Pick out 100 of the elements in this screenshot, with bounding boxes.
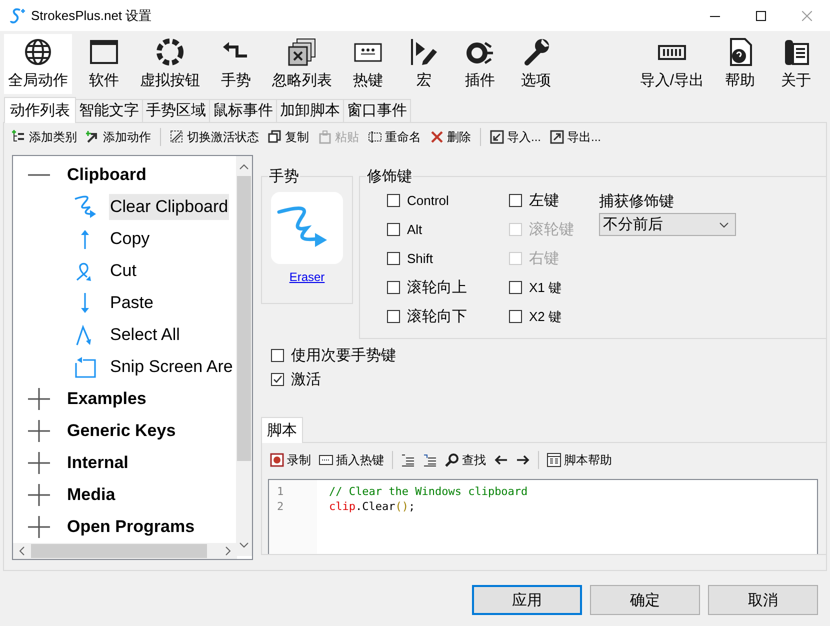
copy-icon — [268, 130, 282, 144]
toolbar-button[interactable]: 选项 — [512, 34, 560, 94]
code-line: // Clear the Windows clipboard — [329, 484, 528, 499]
maximize-icon — [756, 10, 766, 20]
indent-button[interactable] — [399, 452, 417, 468]
toolbar-button[interactable]: 忽略列表 — [268, 34, 336, 94]
toolbar-button[interactable]: 宏 — [400, 34, 448, 94]
indent-icon — [401, 453, 415, 467]
tree-category[interactable]: Media — [67, 485, 116, 505]
tree-category[interactable]: Clipboard — [67, 165, 146, 185]
gesture-link[interactable]: Eraser — [289, 270, 325, 284]
tab[interactable]: 窗口事件 — [343, 99, 411, 122]
group-title: 手势 — [268, 167, 300, 186]
checkbox[interactable]: 左键 — [509, 186, 599, 215]
group-title: 修饰键 — [366, 167, 413, 186]
horizontal-scrollbar[interactable] — [13, 543, 237, 559]
expand-icon[interactable] — [27, 451, 51, 475]
tree-add-icon — [12, 130, 26, 144]
close-icon — [802, 10, 812, 20]
checkbox[interactable]: 激活 — [271, 367, 826, 391]
play-pencil-icon — [409, 37, 439, 67]
outdent-button[interactable] — [421, 452, 439, 468]
expand-icon[interactable] — [27, 419, 51, 443]
toolbar-button[interactable]: 导入/导出 — [636, 34, 708, 94]
toolbar-button[interactable]: 录制 — [268, 450, 313, 470]
toolbar-button[interactable]: 插入热键 — [317, 450, 386, 470]
delete-x-icon — [430, 130, 444, 144]
dialog-button[interactable]: 取消 — [708, 585, 818, 615]
arrow-plus-icon — [86, 130, 100, 144]
code-line: clip.Clear(); — [329, 499, 416, 514]
rename-field-icon — [368, 130, 382, 144]
tree-category[interactable]: Open Programs — [67, 517, 195, 537]
document-lines-icon — [547, 453, 561, 467]
app-logo-icon — [9, 6, 25, 24]
checkbox[interactable]: 滚轮向上 — [387, 273, 509, 302]
tree-item[interactable]: Select All — [109, 322, 181, 348]
dialog-button[interactable]: 确定 — [590, 585, 700, 615]
checkbox[interactable]: Shift — [387, 244, 509, 273]
zigzag-stroke-icon — [73, 195, 97, 219]
toolbar-button[interactable]: 导入... — [488, 128, 544, 146]
dashed-circle-icon — [155, 37, 185, 67]
gesture-stroke-icon — [271, 192, 343, 264]
toolbar-button[interactable]: 导出... — [548, 128, 604, 146]
toolbar-button[interactable]: 删除 — [428, 128, 473, 146]
keyboard-key-icon — [319, 453, 333, 467]
field-label: 捕获修饰键 — [599, 192, 675, 211]
tree-item[interactable]: Paste — [109, 290, 154, 316]
stacked-windows-icon — [287, 37, 317, 67]
checkbox[interactable]: X1 键 — [509, 273, 599, 302]
tree-item[interactable]: Snip Screen Are — [109, 354, 234, 380]
checkbox[interactable]: Control — [387, 186, 509, 215]
toolbar-button[interactable]: 关于 — [772, 34, 820, 94]
tree-category[interactable]: Generic Keys — [67, 421, 176, 441]
line-number: 1 — [277, 484, 285, 499]
toolbar-button[interactable]: 添加类别 — [10, 128, 79, 146]
toolbar-button[interactable]: 脚本帮助 — [545, 450, 614, 470]
tree-item[interactable]: Copy — [109, 226, 151, 252]
toolbar-button[interactable]: 插件 — [456, 34, 504, 94]
window-title: StrokesPlus.net 设置 — [31, 6, 152, 24]
toolbar-button[interactable]: 重命名 — [366, 128, 423, 146]
toggle-state-icon — [170, 130, 184, 144]
toolbar-button[interactable]: 虚拟按钮 — [136, 34, 204, 94]
toolbar-button[interactable]: 热键 — [344, 34, 392, 94]
toolbar-button[interactable]: 全局动作 — [4, 34, 72, 94]
chevron-down-icon — [719, 222, 729, 228]
tree-category[interactable]: Examples — [67, 389, 146, 409]
toolbar-button[interactable]: 查找 — [443, 450, 488, 470]
record-icon — [270, 453, 284, 467]
checkbox[interactable]: X2 键 — [509, 302, 599, 331]
expand-icon[interactable] — [27, 387, 51, 411]
forward-arrow-icon — [516, 453, 530, 467]
toolbar-button[interactable]: 手势 — [212, 34, 260, 94]
checkbox[interactable]: Alt — [387, 215, 509, 244]
back-arrow-icon — [494, 453, 508, 467]
search-icon — [445, 453, 459, 467]
checkmark-icon — [272, 374, 283, 384]
toolbar-button[interactable]: 添加动作 — [84, 128, 153, 146]
tree-item[interactable]: Cut — [109, 258, 138, 284]
clipboard-icon — [318, 130, 332, 144]
toolbar-button[interactable]: 复制 — [266, 128, 311, 146]
tree-category[interactable]: Internal — [67, 453, 128, 473]
checkbox[interactable]: 使用次要手势键 — [271, 343, 826, 367]
tree-item[interactable]: Clear Clipboard — [109, 194, 230, 220]
window-icon — [89, 37, 119, 67]
dialog-button[interactable]: 应用 — [472, 585, 582, 615]
toolbar-button[interactable]: 软件 — [80, 34, 128, 94]
expand-icon[interactable] — [27, 483, 51, 507]
expand-icon[interactable] — [27, 515, 51, 539]
toolbar-button[interactable]: 切换激活状态 — [168, 128, 261, 146]
rectangle-stroke-icon — [73, 355, 97, 379]
code-editor[interactable]: 1 2 // Clear the Windows clipboard clip.Clear(); — [268, 479, 818, 554]
globe-icon — [23, 37, 53, 67]
tab[interactable]: 脚本 — [261, 417, 303, 443]
dropdown[interactable]: 不分前后 — [599, 213, 736, 236]
checkbox[interactable]: 滚轮向下 — [387, 302, 509, 331]
import-arrow-icon — [490, 130, 504, 144]
toolbar-button[interactable]: 帮助 — [716, 34, 764, 94]
tab[interactable]: 动作列表 — [4, 97, 76, 123]
line-number: 2 — [277, 499, 285, 514]
vertical-scrollbar[interactable] — [236, 156, 252, 556]
